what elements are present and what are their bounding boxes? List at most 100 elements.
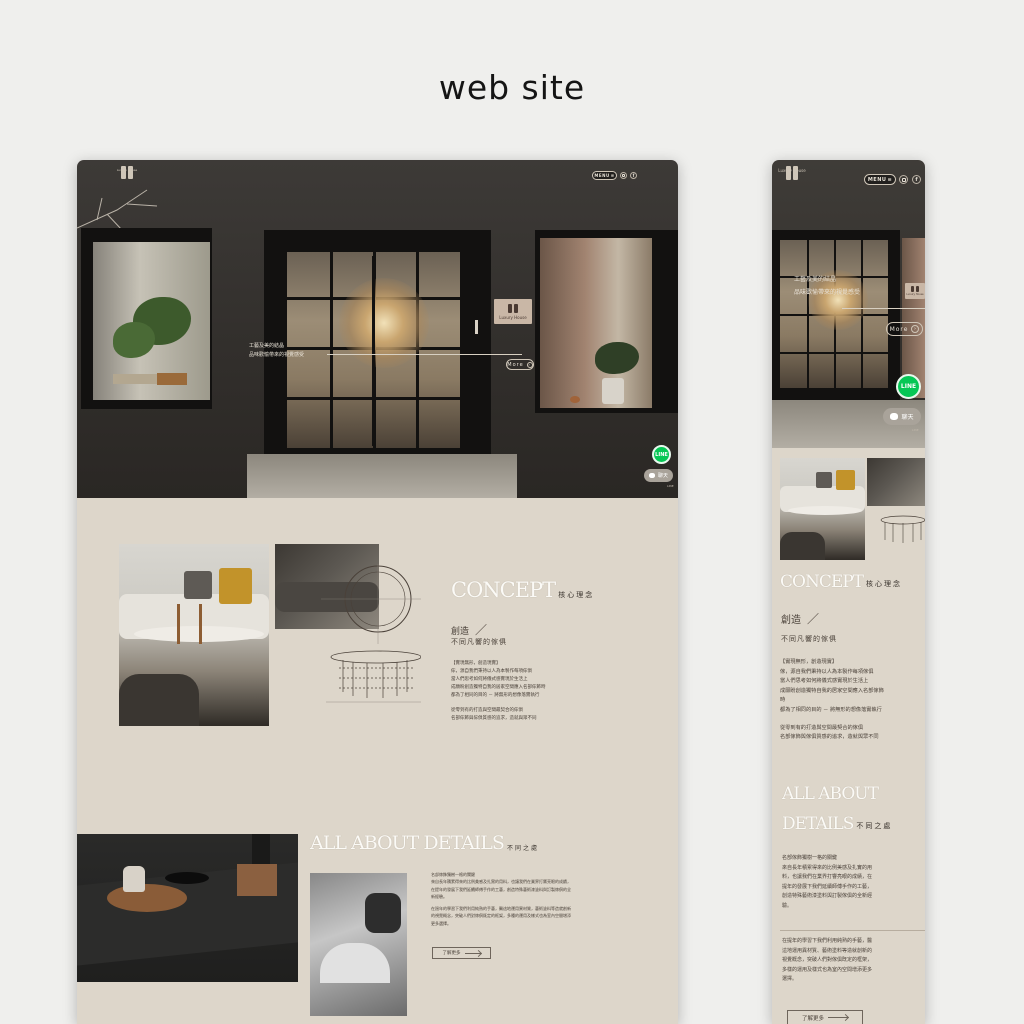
concept-line: 傢，源自我們秉持以人為本製作每項傢俱 — [451, 669, 532, 674]
details-heading-en: ALL ABOUT DETAILS — [310, 832, 505, 854]
details-heading-line-1: ALL ABOUT — [782, 784, 879, 804]
table-sketch — [880, 515, 925, 543]
arrow-right-icon: › — [911, 325, 920, 333]
concept-body: 【實現無形，創造現實】 傢，源自我們秉持以人為本製作每項傢俱 當人們思考如何將儀… — [780, 658, 925, 743]
details-line: 名部傢飾獨樹一格的關鍵 — [431, 872, 475, 877]
concept-heading-en: CONCEPT — [451, 578, 556, 602]
desktop-hero: Luxury House MENU ≡ f Luxury House 工藝及美的… — [77, 160, 678, 498]
entrance-step — [247, 454, 517, 498]
arrow-right-icon: › — [526, 361, 533, 368]
facebook-icon[interactable]: f — [912, 175, 921, 184]
concept-sub-title: 創造／ — [451, 623, 488, 637]
hero-more-button[interactable]: More › — [506, 359, 534, 370]
concept-heading-zh: 核心理念 — [866, 580, 903, 588]
sign-text: Luxury House — [499, 314, 527, 320]
details-line: 創造特殊藝術漆塗料與訂製傢俱的全新經 — [782, 893, 873, 900]
concept-line: 時 — [780, 697, 786, 704]
hero-line-1: 工藝及美的結晶 — [249, 343, 285, 349]
site-logo[interactable]: Luxury House — [117, 166, 137, 179]
menu-label: MENU — [867, 176, 887, 183]
instagram-icon[interactable] — [620, 172, 627, 179]
details-heading-zh: 不同之處 — [506, 845, 539, 852]
showcase-stage: web site Luxury House MENU ≡ f Luxury Ho… — [0, 0, 1024, 1024]
hamburger-icon: ≡ — [610, 173, 615, 178]
details-line: 在過年的學習下我們利用純熟的手藝，醫這地運用異材質，藝術塗料等造就創新 — [431, 906, 571, 912]
chat-bubble-icon — [648, 473, 655, 478]
concept-line: 都為了相同的目的 － 將無形的想像落實執行 — [780, 706, 882, 713]
details-line: 提年的發展下我們延續師傅手作的工藝， — [782, 883, 873, 890]
tabletop-objects-photo — [77, 834, 298, 982]
arrow-right-icon — [464, 952, 481, 954]
desktop-mockup: Luxury House MENU ≡ f Luxury House 工藝及美的… — [77, 160, 678, 1024]
concept-heading-en: CONCEPT — [780, 572, 864, 592]
details-learn-more-button[interactable]: 了解更多 — [432, 947, 491, 959]
chat-subtext: LINE — [912, 428, 919, 432]
hero-line-2: 品味歡愉帶來的視覺感受 — [249, 352, 305, 358]
details-line: 名部傢飾獨樹一格的關鍵 — [782, 855, 838, 861]
details-line: 來自長年積累得來的比例美感及扎實的用 — [782, 864, 873, 871]
details-line: 更多選擇。 — [431, 920, 451, 926]
menu-button[interactable]: MENU ≡ — [592, 171, 617, 180]
details-line: 料，也讓我們在業界打響亮眼的成績，在 — [782, 874, 873, 881]
arrow-right-icon — [828, 1017, 848, 1018]
concept-heading: CONCEPT 核心理念 — [451, 578, 594, 602]
details-heading: ALL ABOUT DETAILS 不同之處 — [310, 832, 539, 854]
facebook-glyph: f — [632, 173, 635, 178]
details-heading-line-2: DETAILS 不同之處 — [782, 814, 892, 834]
concept-line: 從零到有的打造與空間最契合的傢俱 — [780, 724, 864, 731]
concept-line: 當人們思考如何將儀式感實現於生活上 — [780, 678, 869, 685]
details-line: 的視覺概念，突破人們對傢俱既定的框架，多種的運用及樣式也為室內空間增添 — [431, 913, 571, 919]
logo-text: Luxury House — [116, 168, 138, 172]
concept-sub-caption: 不同凡響的傢俱 — [451, 638, 507, 646]
sign-text: Luxury House — [906, 293, 924, 296]
more-label: More — [507, 361, 524, 368]
details-line: 選擇。 — [782, 976, 798, 983]
details-body: 名部傢飾獨樹一格的關鍵 來自長年積累得來的比例美感及扎實的用料，也讓我們在業界打… — [431, 871, 666, 927]
living-room-photo — [780, 458, 865, 560]
concept-line: 都為了相同的目的 － 將無形的想像落實執行 — [451, 693, 540, 698]
hero-rule — [327, 354, 522, 355]
left-window-view — [93, 242, 210, 400]
concept-line: 當人們思考如何將儀式感實現於生活上 — [451, 677, 528, 682]
hero-rule — [842, 308, 925, 309]
concept-body: 【實現無形，創造現實】 傢，源自我們秉持以人為本製作每項傢俱 當人們思考如何將儀… — [451, 660, 601, 723]
site-logo[interactable]: Luxury House — [778, 166, 806, 180]
details-heading-zh: 不同之處 — [856, 822, 893, 830]
showcase-title: web site — [438, 68, 586, 107]
hero-line-2: 品味歡愉帶來的視覺感受 — [794, 289, 861, 296]
sofa-detail-photo — [867, 458, 925, 506]
details-line: 在提年的學習下我們利用純熟的手藝，醫 — [782, 938, 873, 944]
chat-button[interactable]: 聊天 — [883, 408, 921, 425]
concept-line: 【實現無形，創造現實】 — [451, 661, 501, 666]
concept-line: 傢，源自我們秉持以人為本製作每項傢俱 — [780, 668, 874, 675]
menu-button[interactable]: MENU ≡ — [864, 174, 896, 185]
details-line: 這地運用異材質、藝術塗料等造就創新的 — [782, 947, 873, 954]
line-chat-icon[interactable]: LINE — [896, 374, 921, 399]
hero-more-button[interactable]: More › — [886, 322, 923, 336]
mobile-hero: Luxury House MENU ≡ f Luxury House 工藝及美的結… — [772, 160, 925, 448]
chat-label: 聊天 — [901, 414, 914, 421]
more-label: More — [889, 325, 909, 333]
luxury-house-sign: Luxury House — [905, 283, 925, 299]
details-line: 驗。 — [782, 902, 793, 909]
concept-line: 成願盼創造獨特自我的居家空間應入名部傢飾 — [780, 687, 884, 694]
luxury-house-sign: Luxury House — [494, 299, 532, 324]
details-learn-more-button[interactable]: 了解更多 — [787, 1010, 863, 1024]
concept-line: 【實現無形，創造現實】 — [780, 659, 838, 665]
hero-line-1: 工藝及美的結晶 — [794, 276, 837, 283]
concept-line: 名部傢飾與傢俱質感的追求，造就與眾不同 — [451, 716, 537, 721]
concept-line: 名部傢飾與傢俱質感的追求，造就與眾不同 — [780, 734, 879, 741]
details-heading-en-2: DETAILS — [782, 814, 854, 834]
details-line: 來自長年積累得來的比例美感及扎實的用料，也讓我們在業界打響亮眼的成績， — [431, 879, 571, 885]
table-sketch — [321, 564, 421, 703]
details-line: 在提年的發展下我們延續師傅手作的工藝，創造特殊藝術漆塗料與訂製傢俱的全 — [431, 886, 571, 892]
facebook-icon[interactable]: f — [630, 172, 637, 179]
concept-line: 從零到有的打造與空間最契合的傢俱 — [451, 708, 523, 713]
chat-button[interactable]: 聊天 — [644, 469, 673, 482]
concept-sub-caption: 不同凡響的傢俱 — [781, 635, 837, 643]
concept-heading: CONCEPT 核心理念 — [780, 572, 902, 592]
line-chat-icon[interactable]: LINE — [652, 445, 671, 464]
hamburger-icon: ≡ — [887, 176, 893, 183]
details-line: 新經驗。 — [431, 893, 447, 899]
instagram-icon[interactable] — [899, 175, 908, 184]
